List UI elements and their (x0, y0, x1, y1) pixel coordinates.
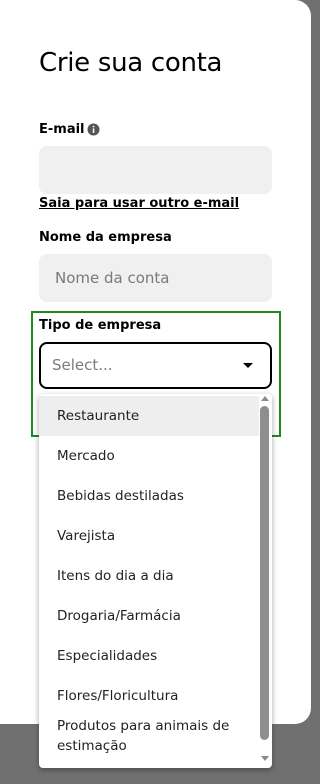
company-type-dropdown: Restaurante Mercado Bebidas destiladas V… (39, 394, 272, 768)
dropdown-option[interactable]: Produtos para animais de estimação (39, 716, 244, 756)
caret-down-icon (243, 363, 253, 368)
email-field[interactable] (39, 146, 272, 194)
company-type-select-value: Select... (52, 356, 113, 374)
dropdown-option[interactable]: Varejista (39, 516, 259, 556)
company-type-select[interactable]: Select... (39, 342, 272, 389)
company-name-input[interactable]: Nome da conta (39, 254, 272, 302)
dropdown-option[interactable]: Flores/Floricultura (39, 676, 259, 716)
scroll-up-arrow-icon[interactable] (261, 396, 269, 401)
dropdown-option[interactable]: Bebidas destiladas (39, 476, 259, 516)
dropdown-option[interactable]: Itens do dia a dia (39, 556, 259, 596)
company-type-label: Tipo de empresa (39, 318, 162, 333)
email-label: E-mail (39, 122, 85, 137)
dropdown-option[interactable]: Drogaria/Farmácia (39, 596, 259, 636)
info-icon[interactable] (87, 123, 100, 136)
dropdown-option[interactable]: Mercado (39, 436, 259, 476)
page-title: Crie sua conta (39, 48, 223, 78)
company-name-label: Nome da empresa (39, 230, 172, 245)
dropdown-scrollbar-thumb[interactable] (260, 406, 269, 740)
scroll-down-arrow-icon[interactable] (261, 756, 269, 761)
change-email-link[interactable]: Saia para usar outro e-mail (39, 196, 239, 211)
dropdown-option[interactable]: Restaurante (39, 396, 259, 436)
dropdown-option[interactable]: Especialidades (39, 636, 259, 676)
